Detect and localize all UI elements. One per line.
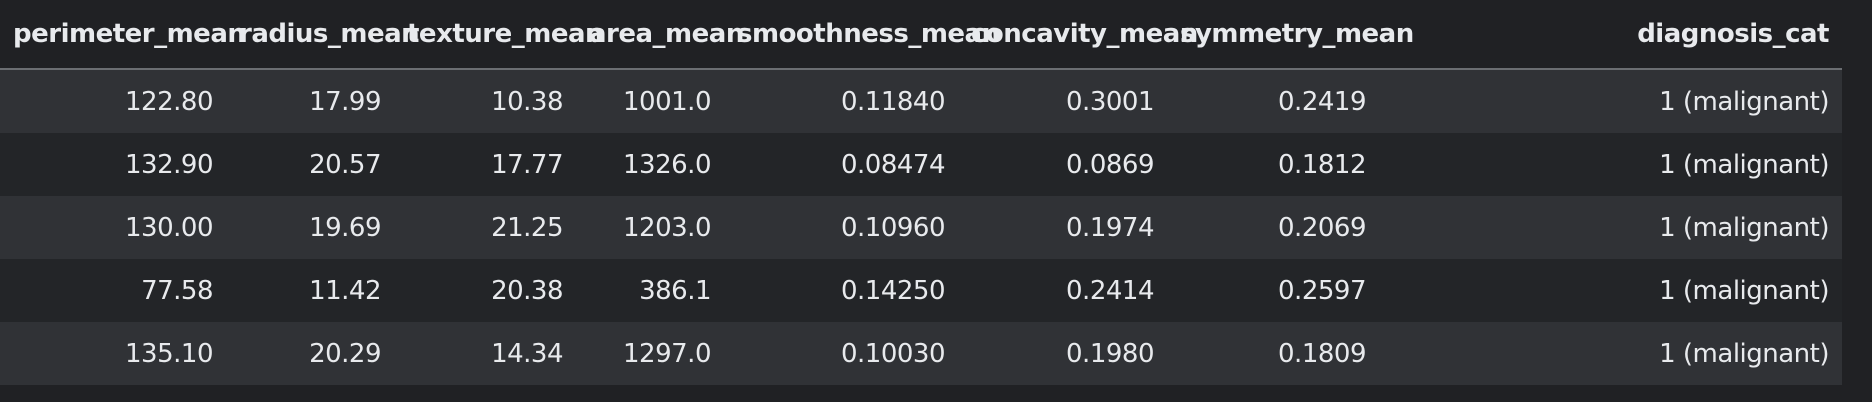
- table-cell-symmetry-mean: 0.1809: [1167, 322, 1379, 385]
- table-cell-perimeter-mean: 77.58: [0, 259, 226, 322]
- table-cell-diagnosis-cat: 1 (malignant): [1379, 69, 1842, 133]
- table-cell-symmetry-mean: 0.1812: [1167, 133, 1379, 196]
- table-cell-radius-mean: 20.29: [226, 322, 394, 385]
- column-header-perimeter-mean: perimeter_mean: [0, 0, 246, 70]
- table-cell-texture-mean: 21.25: [394, 196, 576, 259]
- table-cell-symmetry-mean: 0.2597: [1167, 259, 1379, 322]
- table-cell-texture-mean: 14.34: [394, 322, 576, 385]
- column-header-diagnosis-cat: diagnosis_cat: [1379, 0, 1842, 70]
- table-cell-concavity-mean: 0.2414: [958, 259, 1167, 322]
- table-cell-symmetry-mean: 0.2069: [1167, 196, 1379, 259]
- table-cell-texture-mean: 17.77: [394, 133, 576, 196]
- table-cell-radius-mean: 11.42: [226, 259, 394, 322]
- table-cell-concavity-mean: 0.1980: [958, 322, 1167, 385]
- table-cell-concavity-mean: 0.1974: [958, 196, 1167, 259]
- column-header-texture-mean: texture_mean: [394, 0, 604, 70]
- table-cell-diagnosis-cat: 1 (malignant): [1379, 259, 1842, 322]
- table-cell-area-mean: 386.1: [576, 259, 724, 322]
- column-header-concavity-mean: concavity_mean: [958, 0, 1198, 70]
- column-header-symmetry-mean: symmetry_mean: [1167, 0, 1414, 70]
- column-header-area-mean: area_mean: [576, 0, 744, 70]
- table-cell-diagnosis-cat: 1 (malignant): [1379, 196, 1842, 259]
- table-cell-smoothness-mean: 0.08474: [724, 133, 958, 196]
- table-cell-concavity-mean: 0.3001: [958, 69, 1167, 133]
- table-row: 132.90 20.57 17.77 1326.0 0.08474 0.0869 0.181…: [0, 133, 1842, 196]
- table-cell-perimeter-mean: 122.80: [0, 69, 226, 133]
- table-cell-smoothness-mean: 0.10030: [724, 322, 958, 385]
- table-cell-concavity-mean: 0.0869: [958, 133, 1167, 196]
- table-cell-diagnosis-cat: 1 (malignant): [1379, 322, 1842, 385]
- table-body: 122.80 17.99 10.38 1001.0 0.11840 0.3001 0.241…: [0, 69, 1842, 385]
- table-cell-smoothness-mean: 0.11840: [724, 69, 958, 133]
- table-cell-radius-mean: 20.57: [226, 133, 394, 196]
- table-header: perimeter_mean radius_mean texture_mean are…: [0, 0, 1842, 70]
- dataframe-output: perimeter_mean radius_mean texture_mean are…: [0, 0, 1872, 402]
- table-cell-perimeter-mean: 135.10: [0, 322, 226, 385]
- data-table: perimeter_mean radius_mean texture_mean are…: [0, 0, 1842, 385]
- table-cell-area-mean: 1001.0: [576, 69, 724, 133]
- table-cell-radius-mean: 17.99: [226, 69, 394, 133]
- table-row: 122.80 17.99 10.38 1001.0 0.11840 0.3001 0.241…: [0, 69, 1842, 133]
- table-cell-symmetry-mean: 0.2419: [1167, 69, 1379, 133]
- table-cell-texture-mean: 10.38: [394, 69, 576, 133]
- table-cell-smoothness-mean: 0.14250: [724, 259, 958, 322]
- table-cell-smoothness-mean: 0.10960: [724, 196, 958, 259]
- table-cell-texture-mean: 20.38: [394, 259, 576, 322]
- table-row: 77.58 11.42 20.38 386.1 0.14250 0.2414 0.2597 1…: [0, 259, 1842, 322]
- table-row: 135.10 20.29 14.34 1297.0 0.10030 0.1980 0.180…: [0, 322, 1842, 385]
- table-cell-perimeter-mean: 130.00: [0, 196, 226, 259]
- table-cell-area-mean: 1297.0: [576, 322, 724, 385]
- table-cell-radius-mean: 19.69: [226, 196, 394, 259]
- column-header-smoothness-mean: smoothness_mean: [724, 0, 1000, 70]
- table-cell-perimeter-mean: 132.90: [0, 133, 226, 196]
- header-row: perimeter_mean radius_mean texture_mean are…: [0, 0, 1842, 70]
- table-cell-area-mean: 1203.0: [576, 196, 724, 259]
- table-cell-diagnosis-cat: 1 (malignant): [1379, 133, 1842, 196]
- column-header-radius-mean: radius_mean: [226, 0, 420, 70]
- table-row: 130.00 19.69 21.25 1203.0 0.10960 0.1974 0.206…: [0, 196, 1842, 259]
- table-cell-area-mean: 1326.0: [576, 133, 724, 196]
